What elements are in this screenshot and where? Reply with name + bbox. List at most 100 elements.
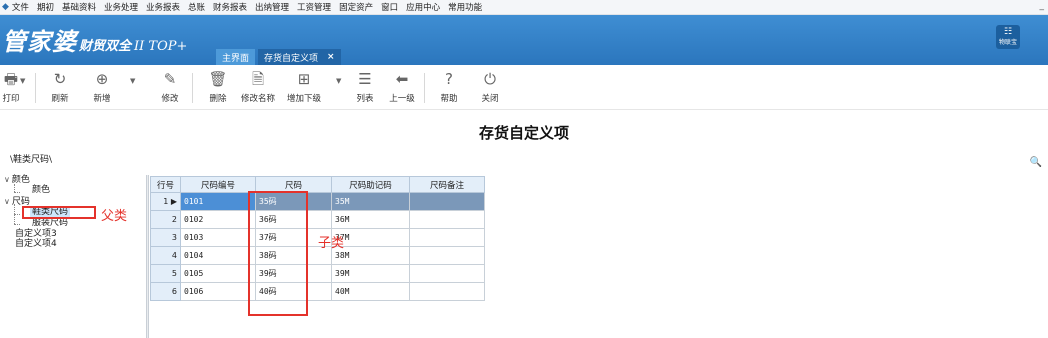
chevron-down-icon[interactable]: ▼: [130, 77, 135, 85]
print-button[interactable]: 🖶 打印 ▼: [0, 70, 25, 104]
back-arrow-icon: ⬅: [395, 70, 409, 88]
brand-logo: 管家婆 财贸双全 II TOP+: [2, 22, 187, 57]
menu-payroll[interactable]: 工资管理: [297, 1, 331, 13]
cell-size-code[interactable]: 0103: [180, 228, 256, 247]
iot-icon: ☷: [1003, 27, 1013, 37]
row-number: 6: [150, 282, 181, 301]
tree-node-label: 颜色: [11, 175, 30, 185]
tree-node-custom3[interactable]: 自定义项3: [15, 230, 57, 239]
table-row[interactable]: 5 0105 39码 39M: [150, 264, 485, 283]
cell-mnemonic[interactable]: 35M: [331, 192, 410, 211]
rename-button[interactable]: 🗎 修改名称: [240, 71, 276, 104]
menu-business[interactable]: 业务处理: [104, 1, 138, 13]
chevron-down-icon[interactable]: ∨: [4, 197, 10, 206]
menu-common[interactable]: 常用功能: [448, 1, 482, 13]
zoom-icon[interactable]: 🔍: [1030, 157, 1042, 168]
tree-line: [14, 184, 15, 192]
cell-note[interactable]: [409, 192, 485, 211]
tab-home[interactable]: 主界面: [216, 49, 256, 65]
list-button[interactable]: ☰ 列表: [353, 71, 377, 104]
table-row[interactable]: 2 0102 36码 36M: [150, 210, 485, 229]
app-header: 管家婆 财贸双全 II TOP+ 主界面 存货自定义项 × ☷ 物联宝: [0, 15, 1048, 65]
menu-file[interactable]: 文件: [12, 1, 29, 13]
breadcrumb: \鞋类尺码\: [10, 155, 53, 165]
tree-node-color[interactable]: ∨ 颜色: [4, 175, 30, 185]
cell-mnemonic[interactable]: 40M: [331, 282, 410, 301]
splitter[interactable]: [146, 175, 149, 338]
cell-size-code[interactable]: 0105: [180, 264, 256, 283]
cell-size-code[interactable]: 0106: [180, 282, 256, 301]
chevron-down-icon[interactable]: ▼: [336, 77, 341, 85]
iot-label: 物联宝: [998, 39, 1017, 46]
tree-node-label: 服装尺码: [32, 218, 69, 228]
col-note[interactable]: 尺码备注: [409, 176, 485, 193]
cell-note[interactable]: [409, 228, 485, 247]
menu-finance-report[interactable]: 财务报表: [213, 1, 247, 13]
tree-node-color-child[interactable]: 颜色: [32, 186, 50, 195]
child-highlight-box: [248, 191, 308, 316]
trash-icon: 🗑: [208, 70, 228, 88]
toolbar-divider: [35, 73, 36, 103]
refresh-button[interactable]: ↻ 刷新: [48, 71, 72, 104]
table-row[interactable]: 1 ▶ 0101 35码 35M: [150, 192, 485, 211]
up-level-button[interactable]: ⬅ 上一级: [388, 71, 416, 104]
cell-mnemonic[interactable]: 36M: [331, 210, 410, 229]
delete-button[interactable]: 🗑 删除: [206, 71, 230, 104]
add-child-label: 增加下级: [286, 94, 321, 104]
toolbar-divider: [192, 73, 193, 103]
edit-button[interactable]: ✎ 修改: [158, 71, 182, 104]
help-button[interactable]: ? 帮助: [437, 71, 461, 104]
menu-basic-data[interactable]: 基础资料: [62, 1, 96, 13]
cell-size-code[interactable]: 0102: [180, 210, 256, 229]
cell-note[interactable]: [409, 210, 485, 229]
add-icon: ⊕: [95, 70, 109, 88]
menu-business-report[interactable]: 业务报表: [146, 1, 180, 13]
tab-custom-items[interactable]: 存货自定义项 ×: [258, 49, 341, 65]
menu-window[interactable]: 窗口: [381, 1, 398, 13]
row-pointer-icon: ▶: [170, 197, 177, 206]
print-label: 打印: [2, 94, 20, 104]
close-icon[interactable]: ×: [327, 52, 335, 62]
delete-label: 删除: [209, 94, 227, 104]
col-row-number[interactable]: 行号: [150, 176, 181, 193]
row-number: 5: [150, 264, 181, 283]
rename-label: 修改名称: [240, 94, 275, 104]
chevron-down-icon[interactable]: ∨: [4, 175, 10, 184]
col-size-code[interactable]: 尺码编号: [180, 176, 256, 193]
add-button[interactable]: ⊕ 新增 ▼: [90, 70, 135, 104]
menu-fixed-assets[interactable]: 固定资产: [339, 1, 373, 13]
parent-highlight-box: [22, 206, 96, 219]
menu-ledger[interactable]: 总账: [188, 1, 205, 13]
row-number: 4: [150, 246, 181, 265]
iot-button[interactable]: ☷ 物联宝: [996, 25, 1020, 49]
cell-note[interactable]: [409, 282, 485, 301]
menu-opening[interactable]: 期初: [37, 1, 54, 13]
menu-cashier[interactable]: 出纳管理: [255, 1, 289, 13]
toolbar-divider: [424, 73, 425, 103]
cell-note[interactable]: [409, 246, 485, 265]
cell-size-code[interactable]: 0101: [180, 192, 256, 211]
menu-app-center[interactable]: 应用中心: [406, 1, 440, 13]
row-number: 2: [150, 210, 181, 229]
table-row[interactable]: 6 0106 40码 40M: [150, 282, 485, 301]
tree-node-label: 自定义项4: [15, 239, 57, 249]
close-button[interactable]: ⏻ 关闭: [478, 71, 502, 104]
cell-size-code[interactable]: 0104: [180, 246, 256, 265]
cell-note[interactable]: [409, 264, 485, 283]
close-label: 关闭: [481, 94, 499, 104]
add-label: 新增: [93, 94, 111, 104]
col-mnemonic[interactable]: 尺码助记码: [331, 176, 410, 193]
edit-icon: ✎: [163, 70, 177, 88]
tab-custom-items-label: 存货自定义项: [264, 53, 319, 64]
tree-node-custom4[interactable]: 自定义项4: [15, 240, 57, 249]
chevron-down-icon[interactable]: ▼: [20, 77, 25, 85]
app-icon: ◆: [2, 2, 9, 12]
cell-mnemonic[interactable]: 39M: [331, 264, 410, 283]
add-child-icon: ⊞: [297, 70, 311, 88]
add-child-button[interactable]: ⊞ 增加下级 ▼: [286, 70, 341, 104]
minimize-button[interactable]: _: [1040, 1, 1045, 11]
tree-node-clothing-size[interactable]: 服装尺码: [32, 219, 68, 228]
printer-icon: 🖶: [3, 70, 19, 88]
table-header-row: 行号 尺码编号 尺码 尺码助记码 尺码备注: [150, 176, 485, 193]
power-icon: ⏻: [484, 70, 496, 88]
